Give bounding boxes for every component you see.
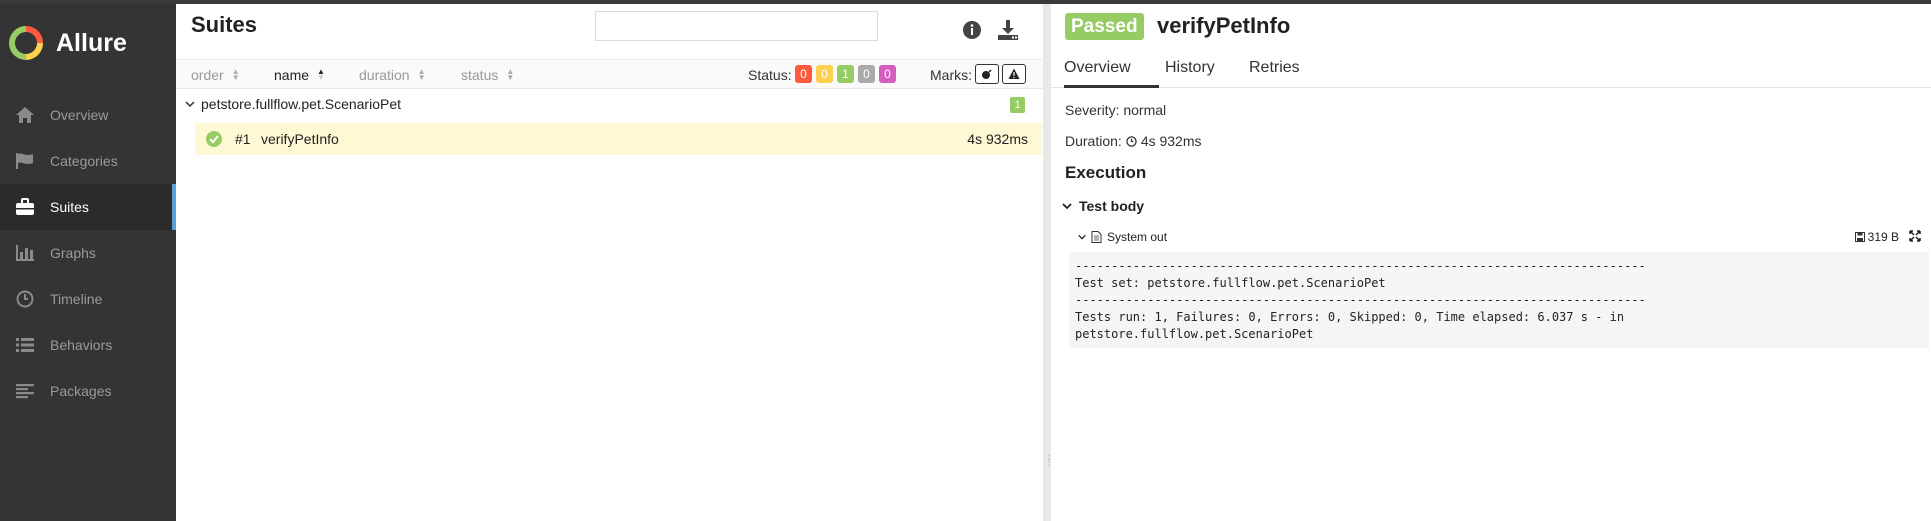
sort-order[interactable]: order ▲ ▼ <box>191 67 240 83</box>
sort-label: name <box>274 67 310 83</box>
info-icon[interactable] <box>960 18 984 42</box>
clock-icon <box>14 290 36 308</box>
status-failed-toggle[interactable]: 0 <box>795 65 812 83</box>
tab-overview[interactable]: Overview <box>1064 59 1159 88</box>
sidebar-item-label: Overview <box>50 107 109 123</box>
sidebar-item-label: Suites <box>50 199 89 215</box>
detail-tabs: Overview History Retries <box>1051 51 1931 88</box>
sidebar-item-behaviors[interactable]: Behaviors <box>0 322 176 368</box>
bomb-icon <box>982 69 992 79</box>
chevron-down-icon <box>185 101 195 108</box>
align-left-icon <box>14 382 36 400</box>
tree-toolbar: order ▲ ▼ name ▲ ▼ duration ▲ ▼ status ▲ ▼ S… <box>176 59 1043 89</box>
sidebar-item-label: Timeline <box>50 291 103 307</box>
tab-history[interactable]: History <box>1165 59 1215 88</box>
sort-label: status <box>461 67 499 83</box>
test-duration: 4s 932ms <box>967 131 1028 147</box>
briefcase-icon <box>14 198 36 216</box>
chevron-down-icon <box>1062 203 1072 210</box>
sort-status[interactable]: status ▲ ▼ <box>461 67 514 83</box>
attachment-name: System out <box>1107 230 1168 244</box>
suite-group-row[interactable]: petstore.fullflow.pet.ScenarioPet 1 <box>176 90 1043 120</box>
file-text-icon <box>1091 231 1102 243</box>
test-name: verifyPetInfo <box>261 131 339 147</box>
splitter-grip-icon: ⋮ ⋮ <box>1045 454 1053 467</box>
test-number: #1 <box>235 131 251 147</box>
allure-logo-icon <box>9 26 43 60</box>
execution-heading: Execution <box>1065 163 1147 182</box>
sidebar-nav: Overview Categories Suites Graphs Timeli… <box>0 92 176 414</box>
attachment-row[interactable]: System out 319 B <box>1077 227 1927 247</box>
app-name: Allure <box>56 28 127 57</box>
sort-arrows-icon: ▲ ▼ <box>231 67 240 82</box>
sidebar-item-label: Categories <box>50 153 118 169</box>
sort-label: order <box>191 67 224 83</box>
brand[interactable]: Allure <box>8 22 127 64</box>
suite-group-name: petstore.fullflow.pet.ScenarioPet <box>201 96 402 112</box>
attachment-size: 319 B <box>1854 230 1899 244</box>
sidebar-item-label: Packages <box>50 383 112 399</box>
warning-icon <box>1008 68 1020 79</box>
expand-icon[interactable] <box>1909 230 1921 242</box>
chevron-down-icon <box>1078 234 1086 240</box>
sort-duration[interactable]: duration ▲ ▼ <box>359 67 426 83</box>
list-icon <box>14 336 36 354</box>
sidebar-item-graphs[interactable]: Graphs <box>0 230 176 276</box>
tab-retries[interactable]: Retries <box>1249 59 1300 88</box>
sort-arrows-icon: ▲ ▼ <box>506 67 515 82</box>
allure-report-window: Allure Overview Categories Suites Graphs… <box>0 0 1931 521</box>
duration-line: Duration: 4s 932ms <box>1065 133 1202 149</box>
severity-line: Severity: normal <box>1065 102 1166 118</box>
sidebar-item-overview[interactable]: Overview <box>0 92 176 138</box>
status-passed-toggle[interactable]: 1 <box>837 65 854 83</box>
bar-chart-icon <box>14 244 36 262</box>
status-unknown-toggle[interactable]: 0 <box>879 65 896 83</box>
test-body-label: Test body <box>1079 198 1145 214</box>
search-input[interactable] <box>595 11 878 41</box>
suites-pane: Suites order ▲ ▼ name ▲ ▼ duration ▲ ▼ stat… <box>176 4 1043 521</box>
clock-icon <box>1126 135 1137 147</box>
pane-splitter[interactable]: ⋮ ⋮ <box>1043 4 1053 521</box>
duration-value: 4s 932ms <box>1140 133 1202 149</box>
sort-label: duration <box>359 67 410 83</box>
tab-label: History <box>1165 59 1215 76</box>
sidebar-item-timeline[interactable]: Timeline <box>0 276 176 322</box>
severity-text: Severity: normal <box>1065 102 1167 118</box>
sort-arrows-icon: ▲ ▼ <box>417 67 426 82</box>
test-title: verifyPetInfo <box>1157 13 1291 38</box>
sidebar-item-label: Behaviors <box>50 337 113 353</box>
status-broken-toggle[interactable]: 0 <box>816 65 833 83</box>
tab-label: Overview <box>1064 59 1131 76</box>
status-skipped-toggle[interactable]: 0 <box>858 65 875 83</box>
home-icon <box>14 106 36 124</box>
duration-label: Duration: <box>1065 133 1122 149</box>
attachment-size-text: 319 B <box>1867 230 1899 244</box>
sidebar-item-label: Graphs <box>50 245 96 261</box>
flag-icon <box>14 152 36 170</box>
save-icon <box>1854 232 1865 242</box>
page-title: Suites <box>191 12 258 37</box>
status-badge: Passed <box>1065 13 1144 40</box>
marks-filter-label: Marks: <box>930 67 972 83</box>
sidebar-item-categories[interactable]: Categories <box>0 138 176 184</box>
sort-name[interactable]: name ▲ ▼ <box>274 67 325 83</box>
suite-group-count-badge: 1 <box>1010 97 1025 113</box>
check-circle-icon <box>206 131 222 147</box>
test-row[interactable]: #1 verifyPetInfo 4s 932ms <box>195 123 1042 155</box>
tab-label: Retries <box>1249 59 1300 76</box>
sidebar-item-packages[interactable]: Packages <box>0 368 176 414</box>
sidebar: Allure Overview Categories Suites Graphs… <box>0 4 176 521</box>
sidebar-item-suites[interactable]: Suites <box>0 184 176 230</box>
status-filter-label: Status: <box>748 67 792 83</box>
sort-arrows-icon: ▲ ▼ <box>317 67 325 82</box>
new-failed-mark-toggle[interactable] <box>1002 64 1026 84</box>
system-out-console: ----------------------------------------… <box>1069 252 1929 348</box>
flaky-mark-toggle[interactable] <box>975 64 999 84</box>
test-body-step[interactable]: Test body <box>1061 198 1144 214</box>
test-detail-pane: Passed verifyPetInfo Overview History Re… <box>1051 4 1931 521</box>
download-icon[interactable] <box>996 18 1020 42</box>
